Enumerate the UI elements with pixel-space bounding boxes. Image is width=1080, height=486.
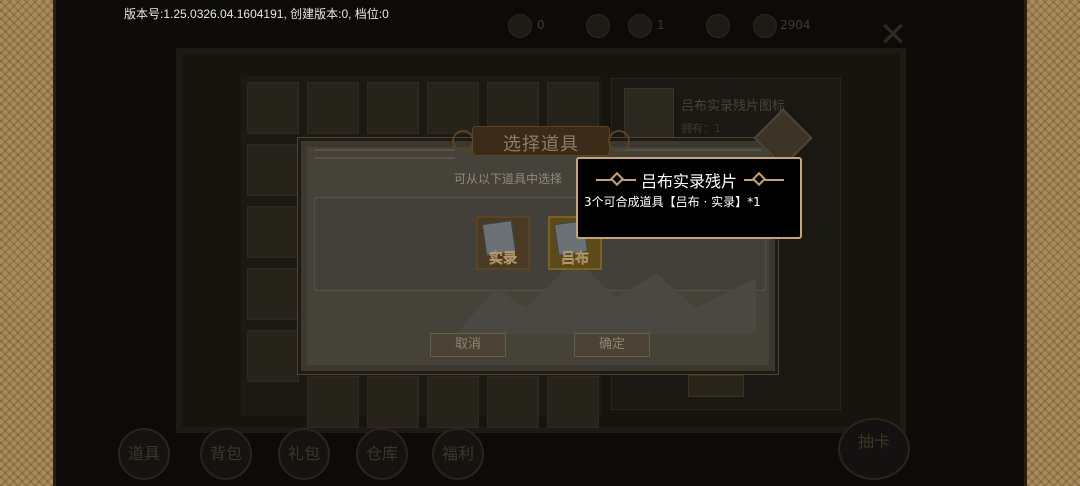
gacha-button[interactable]: 抽卡 — [838, 418, 910, 480]
grid-tile — [487, 376, 539, 428]
tab-bag[interactable]: 背包 — [200, 428, 252, 480]
tab-warehouse[interactable]: 仓库 — [356, 428, 408, 480]
grid-tile — [247, 268, 299, 320]
box-count: 1 — [657, 18, 665, 32]
dialog-title-banner: 选择道具 — [450, 122, 632, 160]
item-tooltip: 吕布实录残片 3个可合成道具【吕布 · 实录】*1 — [576, 157, 802, 239]
close-icon[interactable]: ✕ — [876, 18, 910, 52]
item-detail-count: 拥有：1 — [681, 122, 721, 135]
tooltip-title: 吕布实录残片 — [640, 172, 737, 191]
token-icon — [706, 14, 730, 38]
tab-items[interactable]: 道具 — [118, 428, 170, 480]
confirm-button[interactable]: 确定 — [574, 333, 650, 357]
tooltip-description: 3个可合成道具【吕布 · 实录】*1 — [584, 195, 761, 209]
box-icon — [628, 14, 652, 38]
grid-tile — [247, 330, 299, 382]
item-label: 实录 — [489, 251, 517, 267]
tab-gift[interactable]: 礼包 — [278, 428, 330, 480]
dialog-ornament-left — [315, 149, 455, 159]
grid-tile — [367, 82, 419, 134]
coin-icon — [586, 14, 610, 38]
left-border-parchment — [0, 0, 56, 486]
tab-welfare[interactable]: 福利 — [432, 428, 484, 480]
cancel-button[interactable]: 取消 — [430, 333, 506, 357]
grid-tile — [427, 376, 479, 428]
diamond-count: 2904 — [780, 18, 811, 32]
grid-tile — [247, 82, 299, 134]
right-border-parchment — [1024, 0, 1080, 486]
grid-tile — [247, 206, 299, 258]
grid-tile — [247, 144, 299, 196]
item-detail-title: 吕布实录残片图标 — [681, 99, 786, 114]
diamond-icon — [753, 14, 777, 38]
version-info: 版本号:1.25.0326.04.1604191, 创建版本:0, 档位:0 — [124, 7, 389, 21]
grid-tile — [307, 82, 359, 134]
dialog-hint: 可从以下道具中选择 — [454, 172, 563, 186]
item-slot-record[interactable]: 实录 — [476, 216, 530, 270]
gem-count: 0 — [537, 18, 545, 32]
dialog-title: 选择道具 — [503, 134, 579, 155]
item-detail-action-button[interactable] — [688, 375, 744, 397]
grid-tile — [367, 376, 419, 428]
grid-tile — [307, 376, 359, 428]
gem-icon — [508, 14, 532, 38]
item-label: 吕布 — [561, 251, 589, 267]
grid-tile — [547, 376, 599, 428]
